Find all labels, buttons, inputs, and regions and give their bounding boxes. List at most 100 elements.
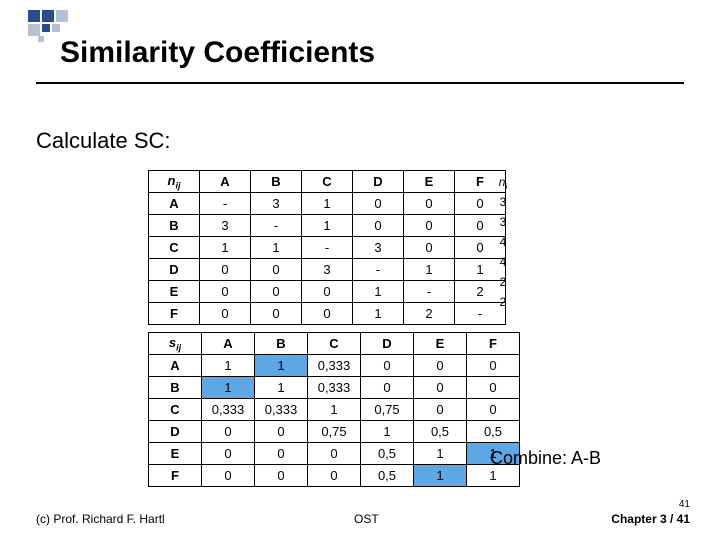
cell: 0 — [200, 281, 251, 303]
table-corner: nij — [149, 171, 200, 193]
cell: 3 — [302, 259, 353, 281]
cell: 0,5 — [467, 421, 520, 443]
col-header: E — [404, 171, 455, 193]
row-header: D — [149, 259, 200, 281]
cell: 1 — [414, 443, 467, 465]
cell: 0 — [251, 259, 302, 281]
cell: 0,5 — [361, 465, 414, 487]
cell: 0 — [200, 259, 251, 281]
row-header: B — [149, 377, 202, 399]
combine-label: Combine: A-B — [490, 448, 601, 469]
s-table: sijABCDEFA110,333000B110,333000C0,3330,3… — [148, 332, 520, 487]
row-header: A — [149, 355, 202, 377]
cell: 0 — [353, 215, 404, 237]
col-header: A — [202, 333, 255, 355]
col-header: C — [302, 171, 353, 193]
cell: 1 — [302, 193, 353, 215]
cell: 0,5 — [361, 443, 414, 465]
subtitle: Calculate SC: — [36, 128, 171, 154]
cell: 0 — [251, 303, 302, 325]
cell: 0 — [255, 443, 308, 465]
cell: 0 — [202, 421, 255, 443]
page-title: Similarity Coefficients — [60, 36, 375, 70]
cell: 0 — [255, 465, 308, 487]
footer-center: OST — [354, 512, 379, 526]
cell: 2 — [404, 303, 455, 325]
col-header: D — [353, 171, 404, 193]
cell: 0 — [353, 193, 404, 215]
cell: 0 — [467, 377, 520, 399]
cell: 0,333 — [255, 399, 308, 421]
cell: - — [302, 237, 353, 259]
row-header: F — [149, 465, 202, 487]
cell: 0 — [302, 303, 353, 325]
cell: 1 — [353, 281, 404, 303]
footer-chapter: Chapter 3 / 41 — [611, 512, 690, 526]
cell: 0 — [361, 377, 414, 399]
col-header: B — [251, 171, 302, 193]
cell: - — [404, 281, 455, 303]
ni-column: ni334422 — [492, 172, 514, 312]
n-table: nijABCDEFA-31000B3-1000C11-300D003-11E00… — [148, 170, 506, 325]
cell: 3 — [200, 215, 251, 237]
row-header: A — [149, 193, 200, 215]
cell: 0 — [414, 399, 467, 421]
cell: - — [200, 193, 251, 215]
cell: 1 — [202, 377, 255, 399]
col-header: A — [200, 171, 251, 193]
cell: 3 — [251, 193, 302, 215]
row-header: F — [149, 303, 200, 325]
cell: 0 — [361, 355, 414, 377]
footer-small-page: 41 — [679, 499, 690, 510]
cell: 1 — [255, 377, 308, 399]
col-header: D — [361, 333, 414, 355]
cell: 0 — [404, 215, 455, 237]
row-header: C — [149, 399, 202, 421]
cell: 1 — [255, 355, 308, 377]
cell: 0 — [404, 193, 455, 215]
cell: 0 — [414, 377, 467, 399]
cell: 0 — [251, 281, 302, 303]
title-rule — [36, 82, 684, 84]
cell: 0 — [467, 399, 520, 421]
cell: 0 — [308, 443, 361, 465]
cell: 0 — [414, 355, 467, 377]
cell: 1 — [251, 237, 302, 259]
ni-value: 4 — [492, 232, 514, 252]
col-header: F — [467, 333, 520, 355]
ni-value: 2 — [492, 292, 514, 312]
row-header: D — [149, 421, 202, 443]
cell: 0 — [302, 281, 353, 303]
cell: 1 — [308, 399, 361, 421]
row-header: C — [149, 237, 200, 259]
cell: 0,75 — [361, 399, 414, 421]
cell: 0 — [255, 421, 308, 443]
cell: 0 — [202, 465, 255, 487]
ni-header: ni — [492, 172, 514, 192]
table-corner: sij — [149, 333, 202, 355]
cell: 1 — [302, 215, 353, 237]
cell: 1 — [200, 237, 251, 259]
cell: 1 — [404, 259, 455, 281]
ni-value: 3 — [492, 192, 514, 212]
cell: 1 — [414, 465, 467, 487]
col-header: B — [255, 333, 308, 355]
ni-value: 2 — [492, 272, 514, 292]
cell: 0,333 — [202, 399, 255, 421]
cell: 0 — [200, 303, 251, 325]
cell: 3 — [353, 237, 404, 259]
footer-copyright: (c) Prof. Richard F. Hartl — [36, 512, 165, 526]
cell: 1 — [353, 303, 404, 325]
cell: 1 — [202, 355, 255, 377]
col-header: C — [308, 333, 361, 355]
cell: 0 — [467, 355, 520, 377]
row-header: E — [149, 281, 200, 303]
cell: - — [251, 215, 302, 237]
cell: 0,333 — [308, 355, 361, 377]
col-header: E — [414, 333, 467, 355]
ni-value: 3 — [492, 212, 514, 232]
row-header: E — [149, 443, 202, 465]
cell: - — [353, 259, 404, 281]
cell: 0 — [404, 237, 455, 259]
cell: 0,5 — [414, 421, 467, 443]
